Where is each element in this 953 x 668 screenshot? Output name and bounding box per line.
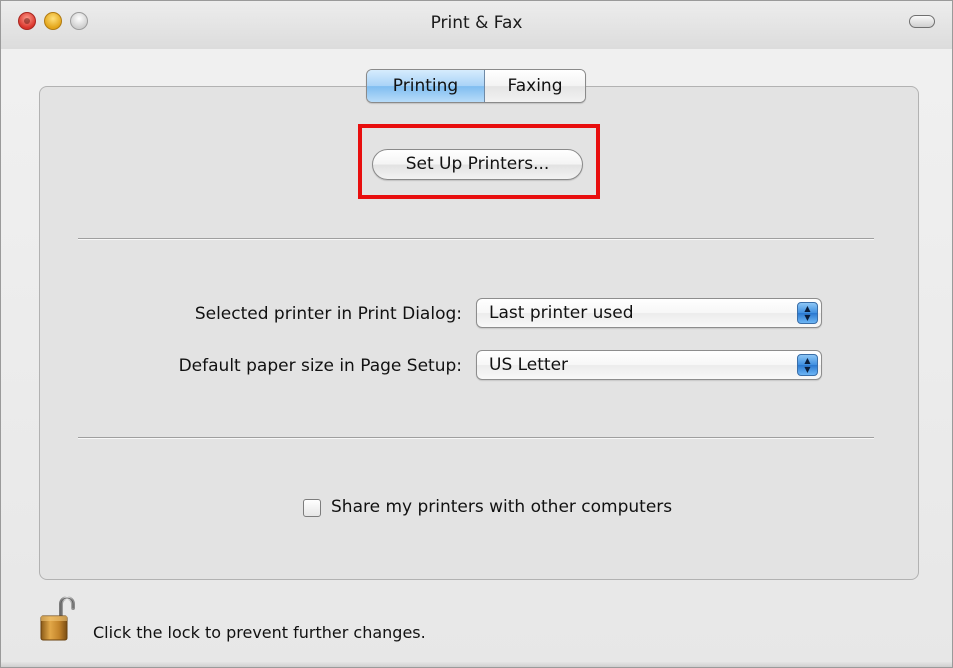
up-down-arrows-icon: ▲ ▼ <box>797 302 818 324</box>
print-fax-window: Print & Fax Printing Faxing Set Up Print… <box>0 0 953 668</box>
share-printers-checkbox[interactable] <box>303 499 321 517</box>
selected-printer-value: Last printer used <box>489 303 634 323</box>
paper-size-popup[interactable]: US Letter ▲ ▼ <box>476 350 822 380</box>
divider-bottom <box>78 437 874 439</box>
window-bottom-edge <box>1 661 952 667</box>
red-highlight-box <box>358 124 600 199</box>
paper-size-value: US Letter <box>489 355 569 375</box>
divider-top <box>78 238 874 240</box>
lock-status-text: Click the lock to prevent further change… <box>93 623 426 642</box>
tab-printing[interactable]: Printing <box>367 70 485 102</box>
paper-size-label: Default paper size in Page Setup: <box>178 356 462 376</box>
tab-bar: Printing Faxing <box>366 69 586 103</box>
tab-faxing[interactable]: Faxing <box>485 70 585 102</box>
selected-printer-label: Selected printer in Print Dialog: <box>194 304 462 324</box>
selected-printer-popup[interactable]: Last printer used ▲ ▼ <box>476 298 822 328</box>
up-down-arrows-icon: ▲ ▼ <box>797 354 818 376</box>
lock-open-icon[interactable] <box>39 596 87 642</box>
toolbar-toggle-button[interactable] <box>909 15 935 28</box>
window-title: Print & Fax <box>430 13 523 33</box>
title-bar[interactable]: Print & Fax <box>1 1 952 49</box>
share-printers-label[interactable]: Share my printers with other computers <box>331 497 672 517</box>
